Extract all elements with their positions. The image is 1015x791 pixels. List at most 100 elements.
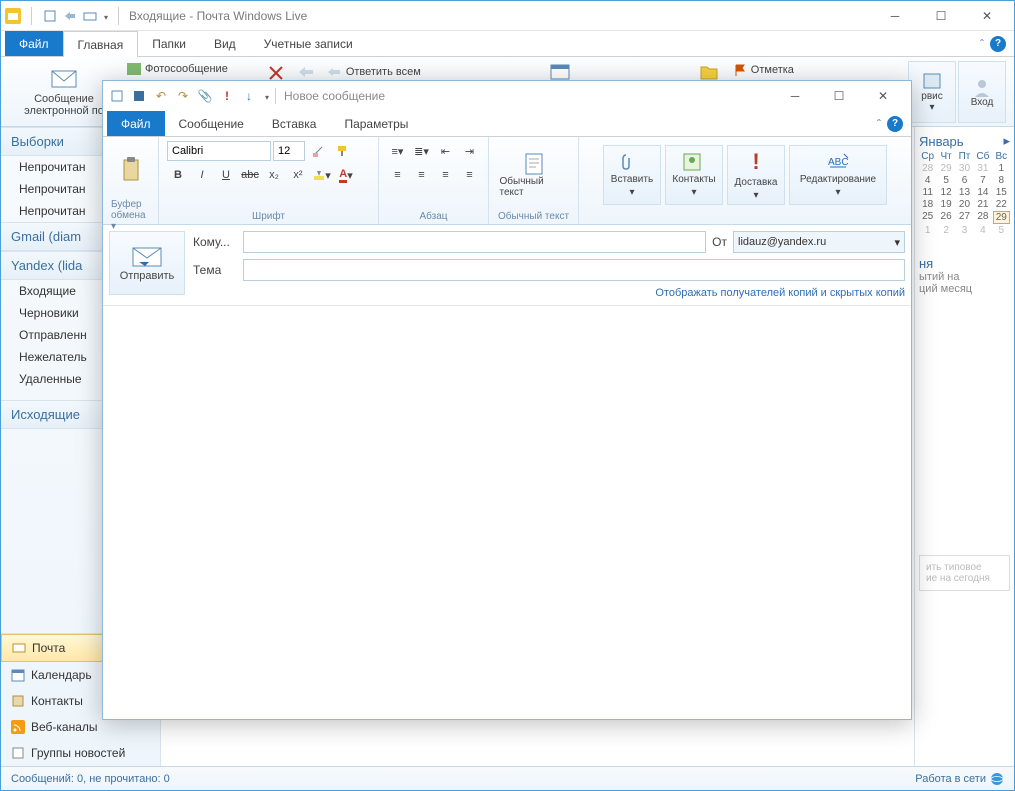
- compose-tab-file[interactable]: Файл: [107, 111, 165, 136]
- main-titlebar: Входящие - Почта Windows Live ─ ☐ ✕: [1, 1, 1014, 31]
- tab-home[interactable]: Главная: [63, 31, 139, 57]
- compose-window: ↶ ↷ 📎 ! ↓ Новое сообщение ─ ☐ ✕ Файл Соо…: [102, 80, 912, 720]
- bullets-button[interactable]: ≡▾: [387, 141, 409, 161]
- group-font-label: Шрифт: [252, 209, 285, 224]
- main-minimize-button[interactable]: ─: [872, 2, 918, 30]
- contacts-button[interactable]: Контакты▾: [665, 145, 723, 205]
- align-left-button[interactable]: ≡: [387, 165, 409, 185]
- to-input[interactable]: [243, 231, 706, 253]
- service-button[interactable]: рвис▾: [908, 61, 956, 123]
- flag-button[interactable]: Отметка: [733, 63, 794, 77]
- status-right: Работа в сети: [915, 773, 986, 785]
- compose-tab-insert[interactable]: Вставка: [258, 111, 331, 136]
- photo-mail-button[interactable]: Фотосообщение: [127, 63, 228, 75]
- compose-minimize-button[interactable]: ─: [773, 82, 817, 110]
- delete-icon[interactable]: [266, 63, 286, 81]
- tab-accounts[interactable]: Учетные записи: [250, 31, 367, 56]
- qat-paste-icon[interactable]: [109, 88, 125, 104]
- compose-maximize-button[interactable]: ☐: [817, 82, 861, 110]
- tab-view[interactable]: Вид: [200, 31, 250, 56]
- qat-redo-icon[interactable]: ↷: [175, 88, 191, 104]
- align-justify-button[interactable]: ≡: [459, 165, 481, 185]
- delivery-button[interactable]: !Доставка▾: [727, 145, 785, 205]
- compose-help-icon[interactable]: ?: [887, 116, 903, 132]
- qat-undo-icon[interactable]: ↶: [153, 88, 169, 104]
- qat-save-icon[interactable]: [131, 88, 147, 104]
- compose-tab-options[interactable]: Параметры: [330, 111, 422, 136]
- statusbar: Сообщений: 0, не прочитано: 0 Работа в с…: [1, 766, 1014, 790]
- highlight-button[interactable]: ▾: [311, 165, 333, 185]
- compose-tab-message[interactable]: Сообщение: [165, 111, 258, 136]
- compose-close-button[interactable]: ✕: [861, 82, 905, 110]
- tab-file[interactable]: Файл: [5, 31, 63, 56]
- online-icon: [990, 772, 1004, 786]
- compose-ribbon-collapse[interactable]: ˆ: [877, 117, 881, 131]
- compose-header-fields: Отправить Кому... От lidauz@yandex.ru▾ Т…: [103, 225, 911, 306]
- compose-title: Новое сообщение: [284, 89, 385, 103]
- to-label[interactable]: Кому...: [193, 235, 237, 249]
- indent-button[interactable]: ⇥: [459, 141, 481, 161]
- plaintext-button[interactable]: Обычный текст: [499, 147, 569, 203]
- qat-customize-icon[interactable]: [263, 89, 269, 103]
- strike-button[interactable]: abc: [239, 165, 261, 185]
- reply-all-button[interactable]: Ответить всем: [326, 63, 421, 81]
- main-title: Входящие - Почта Windows Live: [129, 9, 307, 23]
- today-hint[interactable]: ить типовое ие на сегодня: [919, 555, 1010, 591]
- bold-button[interactable]: B: [167, 165, 189, 185]
- send-button[interactable]: Отправить: [109, 231, 185, 295]
- compose-ribbon: Буфер обмена ▾ B I U abc x₂ x² ▾: [103, 137, 911, 225]
- outdent-button[interactable]: ⇤: [435, 141, 457, 161]
- main-maximize-button[interactable]: ☐: [918, 2, 964, 30]
- login-button[interactable]: Вход: [958, 61, 1006, 123]
- italic-button[interactable]: I: [191, 165, 213, 185]
- editing-button[interactable]: ABCРедактирование▾: [789, 145, 887, 205]
- app-icon: [5, 8, 21, 24]
- insert-button[interactable]: Вставить▾: [603, 145, 661, 205]
- group-plaintext-label: Обычный текст: [498, 209, 569, 224]
- qat-sendrecv-icon[interactable]: [82, 8, 98, 24]
- qat-customize[interactable]: [102, 9, 108, 23]
- calendar-ribbon-icon[interactable]: [549, 63, 571, 81]
- compose-body[interactable]: [103, 306, 911, 719]
- qat-new-icon[interactable]: [42, 8, 58, 24]
- ribbon-collapse-icon[interactable]: ˆ: [980, 37, 984, 51]
- from-label: От: [712, 235, 727, 249]
- show-cc-bcc-link[interactable]: Отображать получателей копий и скрытых к…: [193, 287, 905, 299]
- font-color-button[interactable]: A▾: [335, 165, 357, 185]
- numbering-button[interactable]: ≣▾: [411, 141, 433, 161]
- font-name-select[interactable]: [167, 141, 271, 161]
- qat-priority-low-icon[interactable]: ↓: [241, 88, 257, 104]
- compose-titlebar: ↶ ↷ 📎 ! ↓ Новое сообщение ─ ☐ ✕: [103, 81, 911, 111]
- cal-next-icon[interactable]: ▸: [1003, 133, 1010, 149]
- subscript-button[interactable]: x₂: [263, 165, 285, 185]
- cal-month: Январь: [919, 134, 964, 149]
- underline-button[interactable]: U: [215, 165, 237, 185]
- format-painter-button[interactable]: [331, 141, 353, 161]
- paste-button[interactable]: [111, 141, 151, 197]
- help-icon[interactable]: ?: [990, 36, 1006, 52]
- tab-folders[interactable]: Папки: [138, 31, 200, 56]
- subject-input[interactable]: [243, 259, 905, 281]
- folder-ribbon-icon[interactable]: [699, 63, 719, 81]
- main-ribbon-tabs: Файл Главная Папки Вид Учетные записи ˆ …: [1, 31, 1014, 57]
- font-size-select[interactable]: [273, 141, 305, 161]
- compose-ribbon-tabs: Файл Сообщение Вставка Параметры ˆ ?: [103, 111, 911, 137]
- qat-attach-icon[interactable]: 📎: [197, 88, 213, 104]
- qat-priority-high-icon[interactable]: !: [219, 88, 235, 104]
- status-left: Сообщений: 0, не прочитано: 0: [11, 773, 170, 785]
- clear-format-button[interactable]: [307, 141, 329, 161]
- reply-icon[interactable]: [296, 63, 316, 81]
- svg-text:ABC: ABC: [828, 157, 849, 168]
- subject-label: Тема: [193, 263, 237, 277]
- group-paragraph-label: Абзац: [419, 209, 447, 224]
- qat-reply-icon[interactable]: [62, 8, 78, 24]
- events-header: ня: [919, 256, 1010, 271]
- from-select[interactable]: lidauz@yandex.ru▾: [733, 231, 905, 253]
- superscript-button[interactable]: x²: [287, 165, 309, 185]
- nav-newsgroups[interactable]: Группы новостей: [1, 740, 160, 766]
- align-center-button[interactable]: ≡: [411, 165, 433, 185]
- align-right-button[interactable]: ≡: [435, 165, 457, 185]
- main-close-button[interactable]: ✕: [964, 2, 1010, 30]
- calendar-pane: Январь ▸ СрЧтПтСбВс 282930311 45678 1112…: [914, 127, 1014, 766]
- calendar-grid: СрЧтПтСбВс 282930311 45678 1112131415 18…: [919, 151, 1010, 236]
